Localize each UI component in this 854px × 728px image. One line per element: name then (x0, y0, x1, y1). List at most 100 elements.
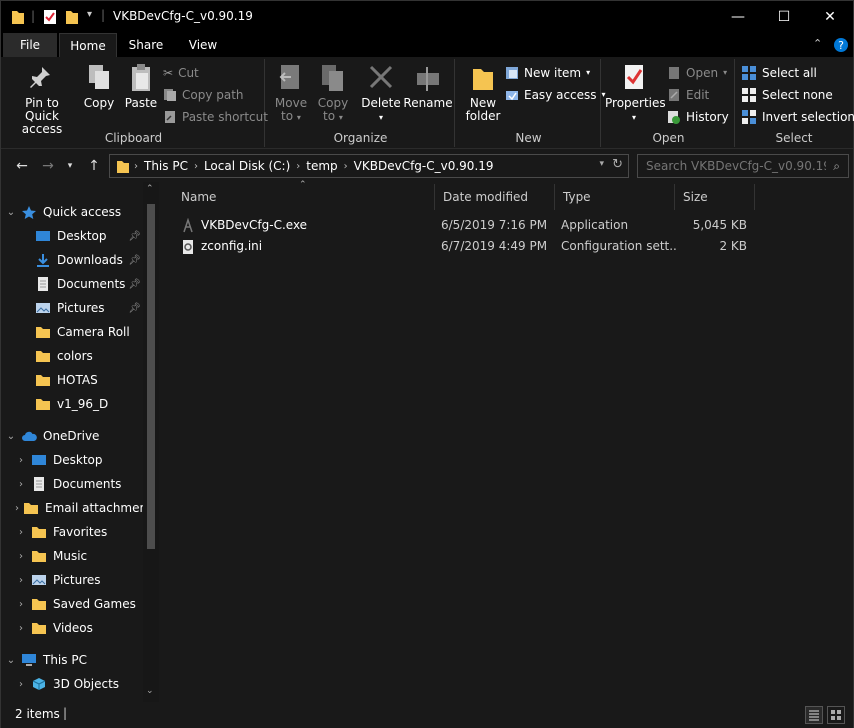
maximize-icon: ☐ (777, 9, 791, 25)
qa-customize-icon[interactable]: ▾ (87, 9, 92, 20)
collapse-ribbon-icon[interactable]: ⌃ (813, 37, 822, 50)
search-box[interactable]: ⌕ (637, 154, 849, 178)
nav-qa-pictures[interactable]: Pictures 📌︎ (1, 296, 143, 320)
move-to-button[interactable]: Move to ▾ (271, 63, 311, 124)
breadcrumb-temp[interactable]: temp (306, 159, 337, 173)
copy-button[interactable]: Copy (79, 63, 119, 110)
refresh-icon[interactable]: ↻ (612, 157, 623, 172)
nav-qa-colors[interactable]: colors (1, 344, 143, 368)
chevron-right-icon: › (19, 622, 23, 634)
nav-od-desktop[interactable]: › Desktop (1, 448, 143, 472)
nav-od-videos[interactable]: › Videos (1, 616, 143, 640)
address-bar[interactable]: › This PC › Local Disk (C:) › temp › VKB… (109, 154, 629, 178)
cut-label: Cut (178, 66, 199, 80)
nav-qa-v1-96-d[interactable]: v1_96_D (1, 392, 143, 416)
maximize-button[interactable]: ☐ (761, 1, 807, 33)
open-button[interactable]: Open ▾ (667, 63, 727, 83)
nav-qa-downloads[interactable]: Downloads 📌︎ (1, 248, 143, 272)
minimize-button[interactable]: — (715, 1, 761, 33)
nav-od-saved-games[interactable]: › Saved Games (1, 592, 143, 616)
forward-arrow-icon: → (42, 158, 54, 174)
copy-to-button[interactable]: Copy to ▾ (313, 63, 353, 124)
search-input[interactable] (646, 159, 826, 173)
nav-this-pc[interactable]: ⌄ This PC (1, 648, 143, 672)
forward-button[interactable]: → (37, 156, 59, 176)
pin-icon: 📌︎ (128, 278, 141, 290)
properties-dropdown-icon: ▾ (631, 113, 636, 122)
move-to-icon (279, 65, 299, 89)
address-dropdown-icon[interactable]: ▾ (599, 159, 604, 169)
recent-locations-button[interactable]: ▾ (59, 156, 81, 176)
copy-path-icon (164, 89, 176, 101)
nav-pc-3d-objects[interactable]: › 3D Objects (1, 672, 143, 696)
nav-od-email-attachments[interactable]: › Email attachments (1, 496, 143, 520)
select-all-button[interactable]: Select all (741, 63, 817, 83)
back-button[interactable]: ← (11, 156, 33, 176)
nav-od-favorites[interactable]: › Favorites (1, 520, 143, 544)
column-header-size[interactable]: Size (675, 184, 755, 210)
properties-button[interactable]: Properties ▾ (605, 63, 666, 124)
large-icons-view-icon (831, 710, 841, 720)
new-item-dropdown-icon: ▾ (586, 68, 591, 77)
copy-path-button[interactable]: Copy path (163, 85, 244, 105)
scroll-up-icon[interactable]: ⌃ (146, 184, 154, 194)
help-icon[interactable]: ? (833, 37, 849, 53)
edit-button[interactable]: Edit (667, 85, 709, 105)
nav-onedrive[interactable]: ⌄ OneDrive (1, 424, 143, 448)
new-folder-button[interactable]: New folder (461, 63, 505, 123)
large-icons-view-button[interactable] (827, 706, 845, 724)
nav-label: Desktop (57, 229, 107, 243)
breadcrumb-local-disk[interactable]: Local Disk (C:) (204, 159, 290, 173)
pin-quick-access-button[interactable]: Pin to Quick access (9, 63, 75, 136)
tab-view[interactable]: View (173, 33, 233, 57)
paste-shortcut-button[interactable]: Paste shortcut (163, 107, 268, 127)
delete-button[interactable]: Delete ▾ (361, 63, 401, 124)
scroll-thumb[interactable] (147, 204, 155, 549)
table-row[interactable]: zconfig.ini 6/7/2019 4:49 PM Configurati… (175, 236, 765, 257)
folder-icon (32, 551, 46, 562)
nav-od-music[interactable]: › Music (1, 544, 143, 568)
cut-button[interactable]: ✂ Cut (163, 63, 199, 83)
nav-label: Quick access (43, 205, 122, 219)
nav-od-pictures[interactable]: › Pictures (1, 568, 143, 592)
details-view-button[interactable] (805, 706, 823, 724)
invert-selection-button[interactable]: Invert selection (741, 107, 854, 127)
tab-file[interactable]: File (3, 33, 57, 57)
history-button[interactable]: History (667, 107, 729, 127)
table-row[interactable]: VKBDevCfg-C.exe 6/5/2019 7:16 PM Applica… (175, 215, 765, 236)
open-group: Properties ▾ Open ▾ Edit History Open (603, 59, 735, 147)
explorer-window: | ▾ | VKBDevCfg-C_v0.90.19 — ☐ ✕ File Ho… (0, 0, 854, 728)
navigation-scrollbar[interactable]: ⌃ ⌄ (143, 182, 159, 702)
rename-button[interactable]: Rename (403, 63, 453, 110)
select-none-button[interactable]: Select none (741, 85, 833, 105)
up-button[interactable]: ↑ (83, 156, 105, 176)
properties-icon (625, 65, 643, 89)
file-type: Configuration sett... (561, 239, 677, 253)
nav-quick-access[interactable]: ⌄ Quick access (1, 200, 143, 224)
easy-access-button[interactable]: Easy access ▾ (505, 85, 606, 105)
nav-qa-camera-roll[interactable]: Camera Roll (1, 320, 143, 344)
column-header-name[interactable]: Name (173, 184, 435, 210)
tab-home[interactable]: Home (59, 33, 117, 57)
new-item-button[interactable]: New item ▾ (505, 63, 590, 83)
nav-qa-desktop[interactable]: Desktop 📌︎ (1, 224, 143, 248)
paste-button[interactable]: Paste (121, 63, 161, 110)
cube-icon (32, 678, 46, 690)
column-header-date[interactable]: Date modified (435, 184, 555, 210)
ribbon: Pin to Quick access Copy Paste ✂ Cut Cop… (1, 57, 854, 149)
nav-qa-hotas[interactable]: HOTAS (1, 368, 143, 392)
breadcrumb-this-pc[interactable]: This PC (144, 159, 188, 173)
select-none-icon (742, 88, 756, 102)
scroll-down-icon[interactable]: ⌄ (146, 686, 154, 696)
chevron-right-icon: › (19, 478, 23, 490)
column-header-type[interactable]: Type (555, 184, 675, 210)
nav-od-documents[interactable]: › Documents (1, 472, 143, 496)
new-folder-qa-icon[interactable] (65, 9, 79, 25)
breadcrumb-current-folder[interactable]: VKBDevCfg-C_v0.90.19 (354, 159, 494, 173)
close-button[interactable]: ✕ (807, 1, 853, 33)
delete-label: Delete (361, 96, 401, 110)
nav-qa-documents[interactable]: Documents 📌︎ (1, 272, 143, 296)
tab-share[interactable]: Share (119, 33, 173, 57)
properties-check-icon[interactable] (43, 9, 57, 25)
minimize-icon: — (731, 9, 745, 25)
